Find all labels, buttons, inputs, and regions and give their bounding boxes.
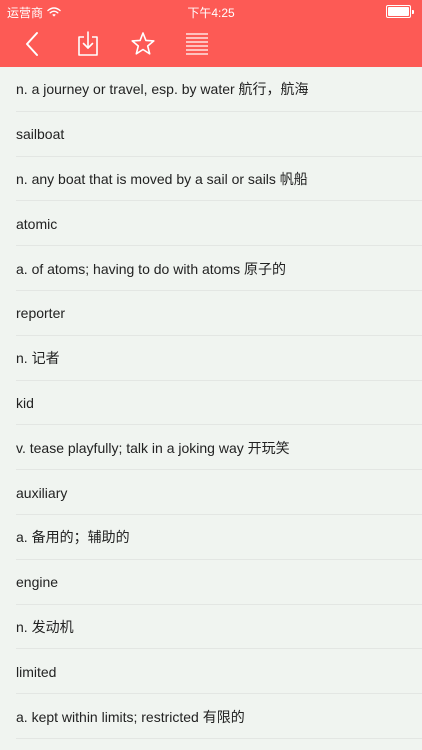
list-item[interactable]: limited bbox=[0, 649, 422, 694]
list-item[interactable]: a. kept within limits; restricted 有限的 bbox=[0, 694, 422, 739]
download-button[interactable] bbox=[72, 28, 104, 60]
list-item-text: reporter bbox=[16, 305, 66, 322]
list-item-text: auxiliary bbox=[16, 484, 68, 501]
list-item-text: kid bbox=[16, 394, 34, 411]
list-item-text: n. 发动机 bbox=[16, 618, 74, 635]
chevron-left-icon bbox=[26, 32, 38, 56]
list-item[interactable]: n. 记者 bbox=[0, 336, 422, 381]
list-item-text: atomic bbox=[16, 215, 58, 232]
status-bar: 运营商 下午4:25 bbox=[0, 0, 422, 22]
battery-body bbox=[386, 5, 411, 18]
list-item-text: limited bbox=[16, 663, 57, 680]
list-item-text: n. any boat that is moved by a sail or s… bbox=[16, 170, 308, 187]
list-lines-icon bbox=[186, 33, 208, 55]
toolbar bbox=[0, 22, 422, 67]
back-button[interactable] bbox=[17, 28, 49, 60]
list-item[interactable]: auxiliary bbox=[0, 470, 422, 515]
list-item-text: n. a journey or travel, esp. by water 航行… bbox=[16, 81, 309, 98]
battery-fill bbox=[388, 7, 409, 16]
list-item[interactable]: a. of atoms; having to do with atoms 原子的 bbox=[0, 246, 422, 291]
star-outline-icon bbox=[131, 32, 155, 55]
list-item[interactable]: sailboat bbox=[0, 112, 422, 157]
favorite-button[interactable] bbox=[127, 28, 159, 60]
list-item[interactable]: kid bbox=[0, 381, 422, 426]
list-item[interactable]: engine bbox=[0, 560, 422, 605]
list-item[interactable]: atomic bbox=[0, 201, 422, 246]
status-time: 下午4:25 bbox=[187, 6, 235, 20]
list-item[interactable]: v. tease playfully; talk in a joking way… bbox=[0, 425, 422, 470]
list-item[interactable]: a. 备用的；辅助的 bbox=[0, 515, 422, 560]
battery-icon bbox=[386, 5, 414, 18]
list-item-text: v. tease playfully; talk in a joking way… bbox=[16, 439, 290, 456]
list-item[interactable]: n. a journey or travel, esp. by water 航行… bbox=[0, 67, 422, 112]
list-item-text: a. kept within limits; restricted 有限的 bbox=[16, 708, 245, 725]
list-item[interactable]: n. any boat that is moved by a sail or s… bbox=[0, 157, 422, 202]
download-tray-icon bbox=[78, 31, 98, 56]
list-item-text: a. 备用的；辅助的 bbox=[16, 529, 130, 546]
list-item-text: a. of atoms; having to do with atoms 原子的 bbox=[16, 260, 287, 277]
list-item[interactable]: reporter bbox=[0, 291, 422, 336]
word-list: n. a journey or travel, esp. by water 航行… bbox=[0, 67, 422, 739]
list-button[interactable] bbox=[181, 28, 213, 60]
list-item-text: n. 记者 bbox=[16, 350, 60, 367]
app-header: 运营商 下午4:25 bbox=[0, 0, 422, 67]
list-item-text: sailboat bbox=[16, 126, 65, 143]
list-item-text: engine bbox=[16, 574, 59, 591]
list-item[interactable]: n. 发动机 bbox=[0, 605, 422, 650]
battery-tip bbox=[412, 9, 414, 14]
